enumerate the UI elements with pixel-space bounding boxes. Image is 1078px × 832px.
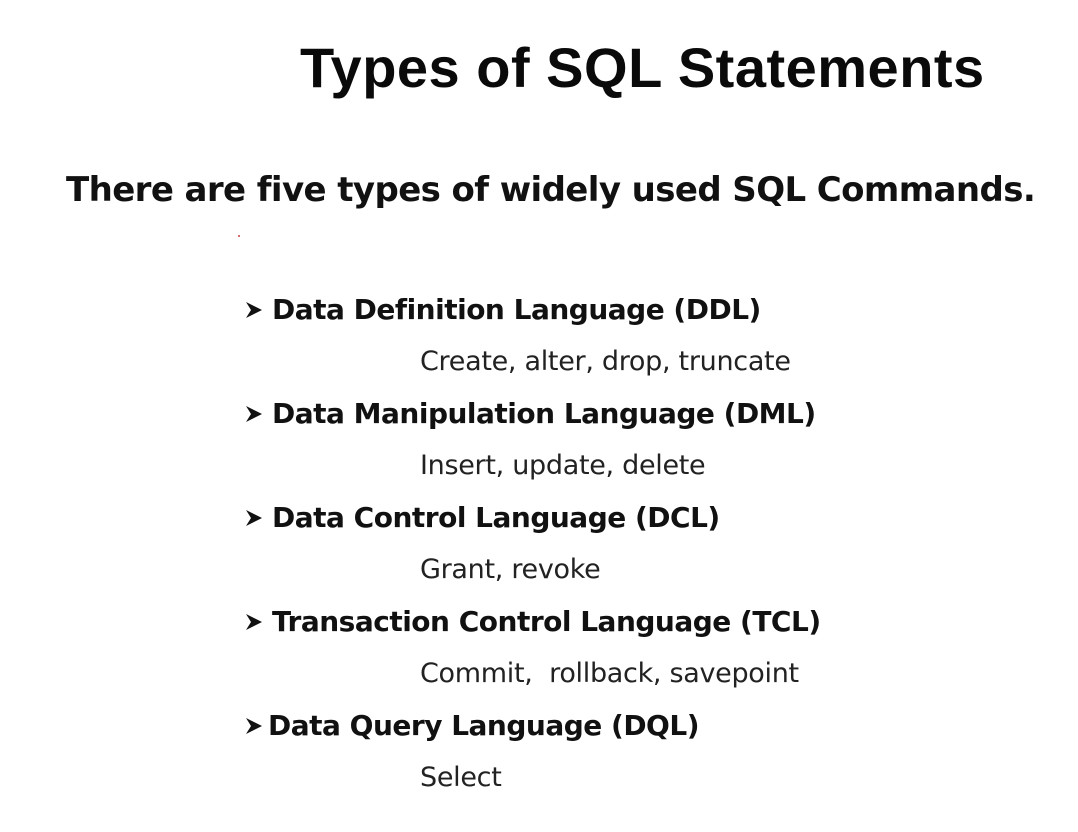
- arrow-bullet-icon: [244, 600, 272, 644]
- list-item: Data Control Language (DCL) Grant, revok…: [244, 496, 1044, 600]
- arrow-bullet-icon: [244, 288, 272, 332]
- slide-subtitle: There are five types of widely used SQL …: [66, 170, 1036, 210]
- slide: Types of SQL Statements There are five t…: [0, 0, 1078, 832]
- type-heading: Data Definition Language (DDL): [244, 288, 761, 332]
- type-commands: Grant, revoke: [420, 554, 601, 585]
- list-item: Data Query Language (DQL) Select: [244, 704, 1044, 808]
- list-item: Data Definition Language (DDL) Create, a…: [244, 288, 1044, 392]
- type-heading: Data Control Language (DCL): [244, 496, 720, 540]
- sql-types-list: Data Definition Language (DDL) Create, a…: [244, 288, 1044, 808]
- arrow-bullet-icon: [244, 704, 268, 748]
- type-heading: Data Query Language (DQL): [244, 704, 700, 748]
- list-item: Data Manipulation Language (DML) Insert,…: [244, 392, 1044, 496]
- type-commands: Insert, update, delete: [420, 450, 706, 481]
- type-name: Data Query Language (DQL): [268, 709, 700, 742]
- stray-dot: [238, 235, 240, 237]
- list-item: Transaction Control Language (TCL) Commi…: [244, 600, 1044, 704]
- type-name: Transaction Control Language (TCL): [272, 605, 821, 638]
- type-heading: Data Manipulation Language (DML): [244, 392, 816, 436]
- type-heading: Transaction Control Language (TCL): [244, 600, 821, 644]
- slide-title: Types of SQL Statements: [300, 36, 985, 99]
- type-name: Data Definition Language (DDL): [272, 293, 761, 326]
- type-name: Data Control Language (DCL): [272, 501, 720, 534]
- arrow-bullet-icon: [244, 496, 272, 540]
- type-commands: Commit, rollback, savepoint: [420, 658, 799, 689]
- type-commands: Select: [420, 762, 502, 793]
- type-name: Data Manipulation Language (DML): [272, 397, 816, 430]
- arrow-bullet-icon: [244, 392, 272, 436]
- type-commands: Create, alter, drop, truncate: [420, 346, 791, 377]
